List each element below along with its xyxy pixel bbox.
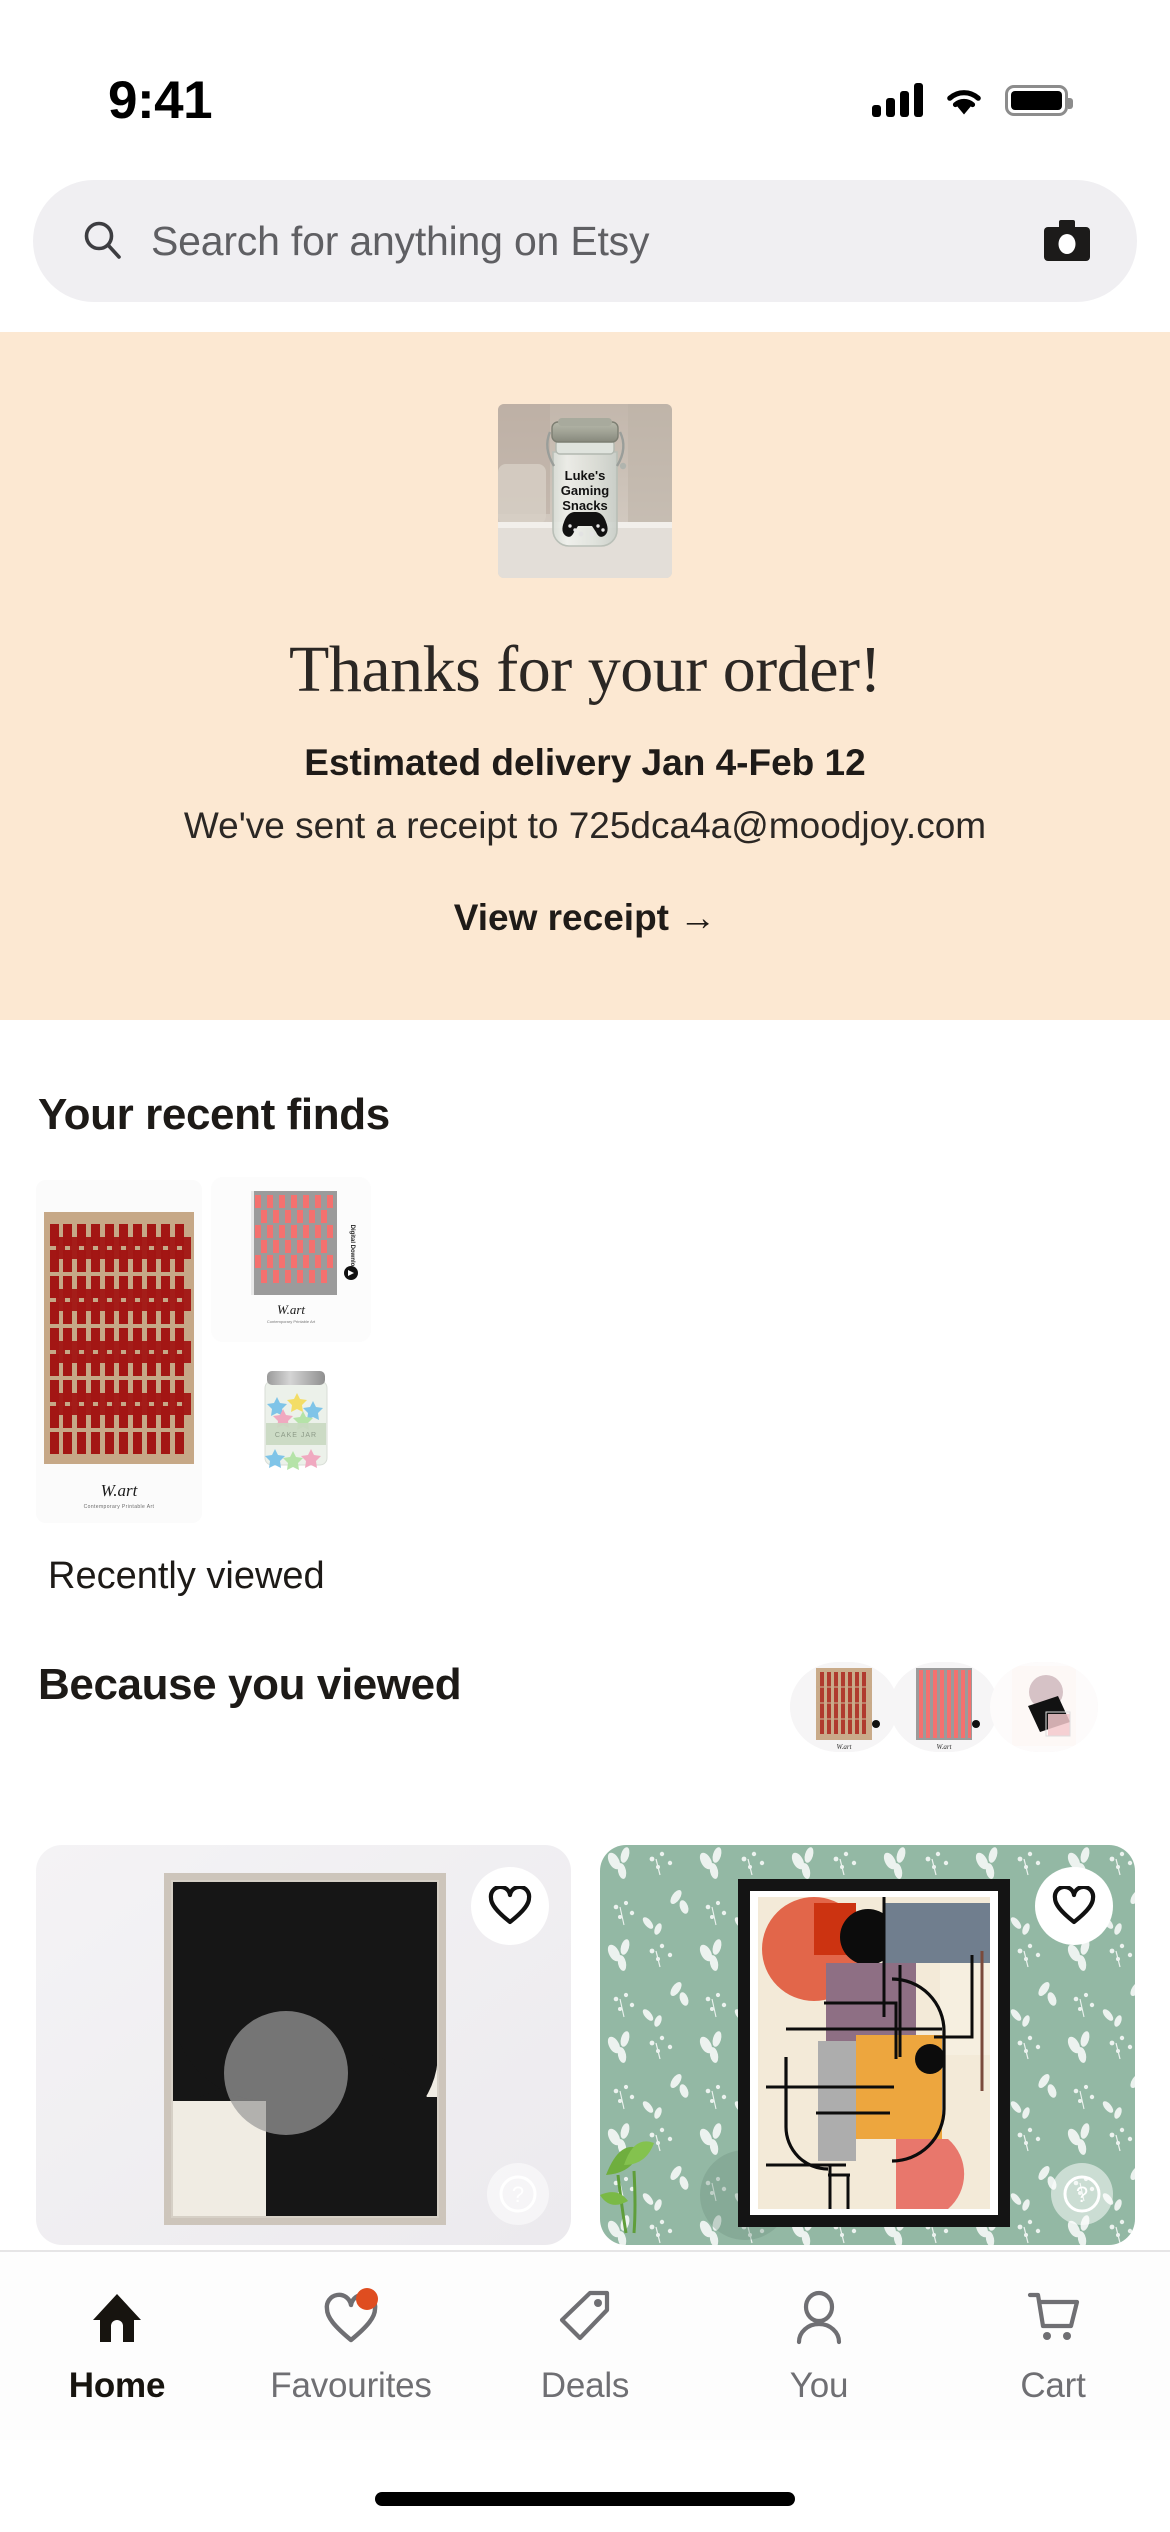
battery-full-icon [1005, 84, 1073, 116]
heart-icon [1052, 1886, 1096, 1925]
home-indicator [375, 2492, 795, 2506]
signal-bars-icon [872, 83, 923, 117]
favourite-button[interactable] [471, 1867, 549, 1945]
recent-finds-heading: Your recent finds [38, 1090, 390, 1139]
estimated-delivery-text: Estimated delivery Jan 4-Feb 12 [304, 742, 866, 783]
home-icon [86, 2286, 148, 2348]
heart-icon [488, 1886, 532, 1925]
tab-favourites[interactable]: Favourites [234, 2252, 468, 2440]
recent-find-item-1[interactable]: W.art Contemporary Printable Art [36, 1180, 202, 1523]
svg-text:W.art: W.art [836, 1743, 852, 1751]
order-product-thumbnail[interactable]: Luke's Gaming Snacks [498, 404, 672, 578]
byv-thumbnail-3[interactable] [990, 1662, 1098, 1752]
search-icon [84, 221, 121, 259]
svg-text:W.art: W.art [277, 1302, 305, 1317]
tab-favourites-label: Favourites [270, 2366, 432, 2405]
cart-icon [1022, 2286, 1084, 2348]
help-button[interactable]: ? [487, 2163, 549, 2225]
search-input[interactable]: Search for anything on Etsy [125, 218, 1041, 265]
search-bar[interactable]: Search for anything on Etsy [33, 180, 1137, 302]
status-bar: 9:41 [0, 0, 1170, 160]
view-receipt-button[interactable]: View receipt → [454, 897, 717, 939]
tab-home-label: Home [68, 2366, 166, 2405]
bottom-tab-bar: Home Favourites Deals You Cart [0, 2250, 1170, 2440]
person-icon [788, 2286, 850, 2348]
status-time: 9:41 [108, 70, 213, 130]
tab-you[interactable]: You [702, 2252, 936, 2440]
search-bar-container[interactable]: Search for anything on Etsy [33, 180, 1137, 302]
byv-thumbnail-1[interactable]: W.art [790, 1662, 898, 1752]
tab-deals-label: Deals [540, 2366, 630, 2405]
question-mark-icon: ? [1063, 2175, 1101, 2213]
recently-viewed-collage[interactable]: W.art Contemporary Printable Art Digital… [36, 1177, 376, 1530]
recent-find-item-3[interactable]: CAKE JAR [251, 1357, 341, 1479]
because-you-viewed-heading: Because you viewed [38, 1660, 462, 1709]
svg-text:Gaming: Gaming [561, 483, 609, 498]
svg-text:W.art: W.art [936, 1743, 952, 1751]
product-card-2[interactable]: ? [600, 1845, 1135, 2245]
order-title: Thanks for your order! [289, 633, 881, 706]
favourite-button[interactable] [1035, 1867, 1113, 1945]
help-button[interactable]: ? [1051, 2163, 1113, 2225]
product-card-list: ? ? [36, 1845, 1136, 2245]
favourites-badge [356, 2288, 378, 2310]
tab-home[interactable]: Home [0, 2252, 234, 2440]
tab-you-label: You [789, 2366, 849, 2405]
tab-deals[interactable]: Deals [468, 2252, 702, 2440]
recent-find-item-2[interactable]: Digital Download W.art Contemporary Prin… [211, 1177, 371, 1342]
svg-text:?: ? [1076, 2182, 1088, 2207]
tab-cart[interactable]: Cart [936, 2252, 1170, 2440]
status-icons [872, 83, 1110, 117]
heart-icon [320, 2286, 382, 2348]
question-mark-icon: ? [499, 2175, 537, 2213]
svg-text:Snacks: Snacks [562, 498, 608, 513]
recently-viewed-caption: Recently viewed [48, 1555, 325, 1597]
svg-text:Luke's: Luke's [565, 468, 606, 483]
wifi-icon [947, 90, 981, 115]
svg-text:W.art: W.art [101, 1481, 139, 1500]
svg-text:?: ? [512, 2182, 524, 2207]
camera-icon[interactable] [1041, 218, 1093, 264]
svg-text:Contemporary Printable Art: Contemporary Printable Art [84, 1504, 155, 1510]
svg-text:CAKE JAR: CAKE JAR [275, 1432, 317, 1439]
etsy-app-screen: 9:41 Search for anything on Etsy Luke's … [0, 0, 1170, 2532]
tag-icon [554, 2286, 616, 2348]
because-you-viewed-thumbnails[interactable]: W.art W.art [790, 1662, 1110, 1754]
byv-thumbnail-2[interactable]: W.art [890, 1662, 998, 1752]
order-confirmation-banner: Luke's Gaming Snacks Thanks for your ord… [0, 332, 1170, 1020]
svg-text:Contemporary Printable Art: Contemporary Printable Art [267, 1319, 316, 1324]
tab-cart-label: Cart [1020, 2366, 1086, 2405]
receipt-email-text: We've sent a receipt to 725dca4a@moodjoy… [183, 805, 987, 846]
product-card-1[interactable]: ? [36, 1845, 571, 2245]
